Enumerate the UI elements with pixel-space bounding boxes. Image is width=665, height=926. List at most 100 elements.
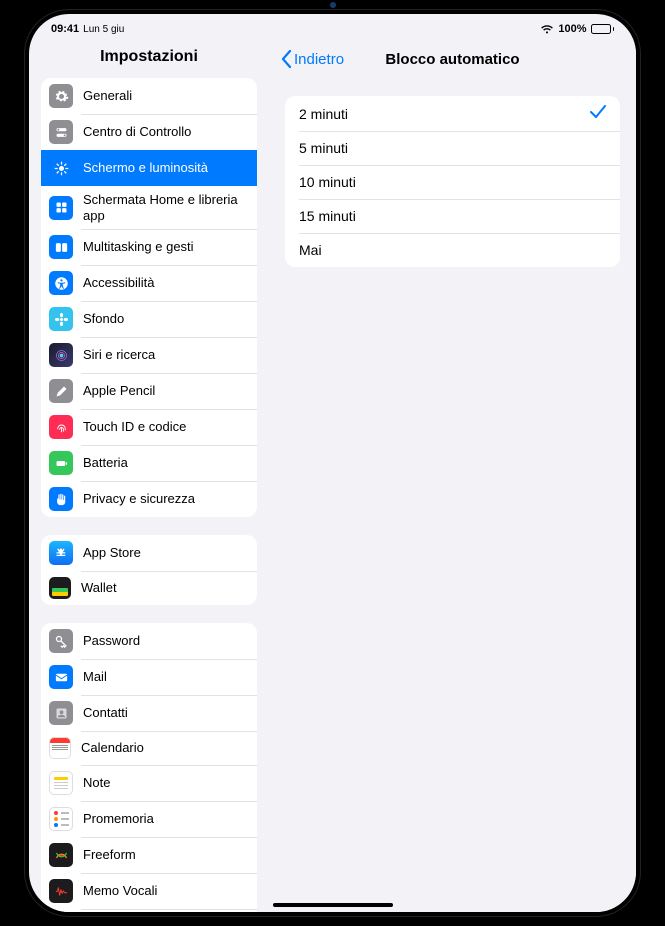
key-icon xyxy=(49,629,73,653)
sidebar-item-privacy-e-sicurezza[interactable]: Privacy e sicurezza xyxy=(41,481,257,517)
sidebar-item-multitasking-e-gesti[interactable]: Multitasking e gesti xyxy=(41,229,257,265)
option-label: 15 minuti xyxy=(299,208,356,224)
sidebar-item-apple-pencil[interactable]: Apple Pencil xyxy=(41,373,257,409)
back-label: Indietro xyxy=(294,51,344,68)
status-right: 100% xyxy=(540,23,614,35)
sidebar-item-label: App Store xyxy=(83,545,247,561)
status-time: 09:41 xyxy=(51,23,79,35)
sidebar-item-siri-e-ricerca[interactable]: Siri e ricerca xyxy=(41,337,257,373)
status-left: 09:41 Lun 5 giu xyxy=(51,23,124,35)
sidebar-item-label: Apple Pencil xyxy=(83,383,247,399)
sidebar-scroll[interactable]: Generali Centro di Controllo Schermo e lum… xyxy=(29,78,269,912)
reminders-icon xyxy=(49,807,73,831)
autolock-options: 2 minuti 5 minuti 10 minuti 15 minuti Mai xyxy=(285,96,620,267)
home-indicator[interactable] xyxy=(273,903,393,907)
autolock-option[interactable]: Mai xyxy=(285,233,620,267)
voice-icon xyxy=(49,879,73,903)
sidebar-item-app-store[interactable]: App Store xyxy=(41,535,257,571)
autolock-option[interactable]: 5 minuti xyxy=(285,131,620,165)
sidebar-item-schermata-home-e-libreria-app[interactable]: Schermata Home e libreria app xyxy=(41,186,257,229)
contacts-icon xyxy=(49,701,73,725)
gear-icon xyxy=(49,84,73,108)
appstore-icon xyxy=(49,541,73,565)
sidebar-item-label: Wallet xyxy=(81,580,247,596)
sidebar-item-contatti[interactable]: Contatti xyxy=(41,695,257,731)
sidebar-group: Password Mail Contatti Calendario Note Promem… xyxy=(41,623,257,912)
device-frame: 09:41 Lun 5 giu 100% Impostazioni Genera… xyxy=(25,10,640,916)
option-label: 5 minuti xyxy=(299,140,348,156)
sidebar-item-label: Freeform xyxy=(83,847,247,863)
option-label: Mai xyxy=(299,242,322,258)
sidebar-group: App Store Wallet xyxy=(41,535,257,605)
sidebar-item-label: Accessibilità xyxy=(83,275,247,291)
split-view: Impostazioni Generali Centro di Controllo… xyxy=(29,38,636,912)
mail-icon xyxy=(49,665,73,689)
settings-sidebar: Impostazioni Generali Centro di Controllo… xyxy=(29,38,269,912)
sidebar-item-calendario[interactable]: Calendario xyxy=(41,731,257,765)
sidebar-item-schermo-e-luminosit[interactable]: Schermo e luminosità xyxy=(41,150,257,186)
sidebar-item-label: Generali xyxy=(83,88,247,104)
sidebar-item-password[interactable]: Password xyxy=(41,623,257,659)
calendar-icon xyxy=(49,737,71,759)
sidebar-item-label: Mail xyxy=(83,669,247,685)
option-label: 10 minuti xyxy=(299,174,356,190)
sidebar-item-label: Password xyxy=(83,633,247,649)
autolock-option[interactable]: 15 minuti xyxy=(285,199,620,233)
sidebar-item-note[interactable]: Note xyxy=(41,765,257,801)
hand-icon xyxy=(49,487,73,511)
sidebar-item-memo-vocali[interactable]: Memo Vocali xyxy=(41,873,257,909)
autolock-option[interactable]: 2 minuti xyxy=(285,96,620,131)
pencil-icon xyxy=(49,379,73,403)
screen: 09:41 Lun 5 giu 100% Impostazioni Genera… xyxy=(29,14,636,912)
sidebar-title: Impostazioni xyxy=(29,38,269,78)
sidebar-item-label: Centro di Controllo xyxy=(83,124,247,140)
sidebar-item-touch-id-e-codice[interactable]: Touch ID e codice xyxy=(41,409,257,445)
option-label: 2 minuti xyxy=(299,106,348,122)
sidebar-item-label: Sfondo xyxy=(83,311,247,327)
sidebar-item-label: Schermo e luminosità xyxy=(83,160,247,176)
back-button[interactable]: Indietro xyxy=(281,50,344,68)
sidebar-item-generali[interactable]: Generali xyxy=(41,78,257,114)
brightness-icon xyxy=(49,156,73,180)
checkmark-icon xyxy=(590,105,606,122)
switches-icon xyxy=(49,120,73,144)
flower-icon xyxy=(49,307,73,331)
accessibility-icon xyxy=(49,271,73,295)
sidebar-item-label: Schermata Home e libreria app xyxy=(83,192,247,223)
sidebar-item-label: Memo Vocali xyxy=(83,883,247,899)
wifi-icon xyxy=(540,24,554,35)
battery-percent: 100% xyxy=(558,23,586,35)
sidebar-item-messaggi[interactable]: Messaggi xyxy=(41,909,257,912)
autolock-option[interactable]: 10 minuti xyxy=(285,165,620,199)
grid-icon xyxy=(49,196,73,220)
wallet-icon xyxy=(49,577,71,599)
detail-header: Indietro Blocco automatico xyxy=(269,38,636,80)
sidebar-item-label: Contatti xyxy=(83,705,247,721)
sidebar-item-mail[interactable]: Mail xyxy=(41,659,257,695)
sidebar-item-label: Multitasking e gesti xyxy=(83,239,247,255)
sidebar-item-batteria[interactable]: Batteria xyxy=(41,445,257,481)
status-date: Lun 5 giu xyxy=(83,24,124,35)
multitask-icon xyxy=(49,235,73,259)
battery-icon xyxy=(591,24,615,34)
sidebar-item-label: Calendario xyxy=(81,740,247,756)
sidebar-item-label: Touch ID e codice xyxy=(83,419,247,435)
sidebar-item-label: Batteria xyxy=(83,455,247,471)
sidebar-item-sfondo[interactable]: Sfondo xyxy=(41,301,257,337)
status-bar: 09:41 Lun 5 giu 100% xyxy=(29,14,636,38)
freeform-icon xyxy=(49,843,73,867)
sidebar-item-wallet[interactable]: Wallet xyxy=(41,571,257,605)
sidebar-item-centro-di-controllo[interactable]: Centro di Controllo xyxy=(41,114,257,150)
sidebar-item-accessibilit[interactable]: Accessibilità xyxy=(41,265,257,301)
chevron-left-icon xyxy=(281,50,292,68)
note-icon xyxy=(49,771,73,795)
sidebar-item-freeform[interactable]: Freeform xyxy=(41,837,257,873)
sidebar-item-label: Promemoria xyxy=(83,811,247,827)
sidebar-group: Generali Centro di Controllo Schermo e lum… xyxy=(41,78,257,517)
sidebar-item-promemoria[interactable]: Promemoria xyxy=(41,801,257,837)
sidebar-item-label: Note xyxy=(83,775,247,791)
detail-pane: Indietro Blocco automatico 2 minuti 5 min… xyxy=(269,38,636,912)
sidebar-item-label: Privacy e sicurezza xyxy=(83,491,247,507)
front-camera-dot xyxy=(330,2,336,8)
detail-body: 2 minuti 5 minuti 10 minuti 15 minuti Mai xyxy=(269,80,636,283)
